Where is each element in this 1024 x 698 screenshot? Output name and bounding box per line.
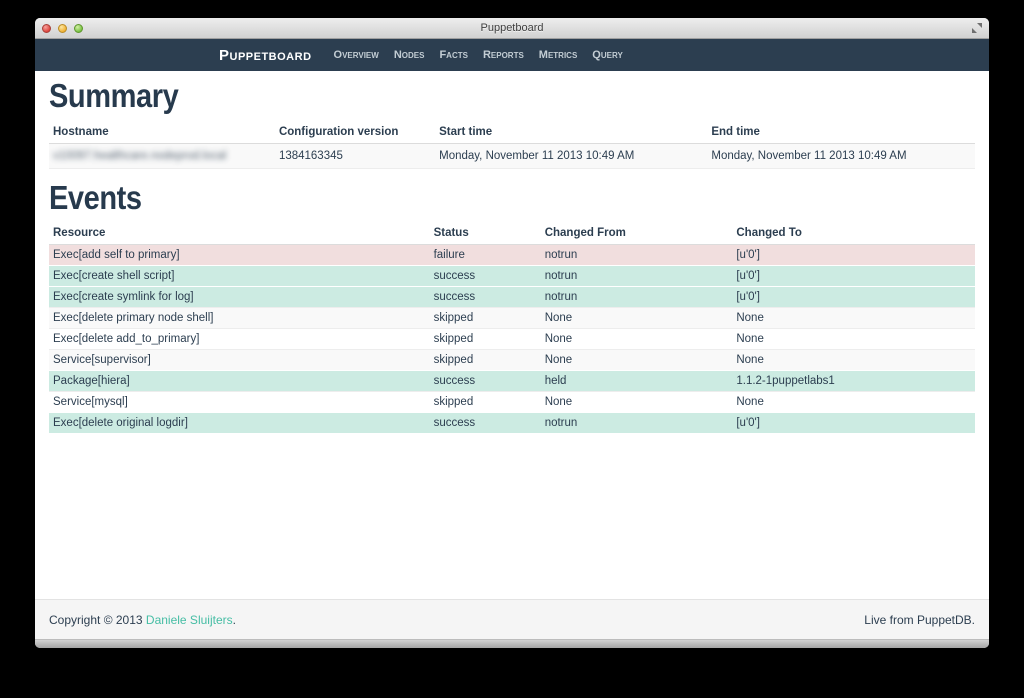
events-col-changed-to: Changed To [732,222,975,245]
navbar-brand[interactable]: Puppetboard [219,47,312,64]
summary-table: Hostname Configuration version Start tim… [49,121,975,169]
zoom-button[interactable] [74,24,83,33]
fullscreen-arrows-icon[interactable] [972,23,982,33]
summary-col-end-time: End time [707,121,975,144]
event-row: Exec[delete original logdir] success not… [49,413,975,434]
events-header-row: Resource Status Changed From Changed To [49,222,975,245]
minimize-button[interactable] [58,24,67,33]
config-version-value: 1384163345 [275,143,435,168]
summary-header-row: Hostname Configuration version Start tim… [49,121,975,144]
nav-item-reports[interactable]: Reports [483,49,524,61]
event-row: Exec[add self to primary] failure notrun… [49,245,975,266]
window-titlebar[interactable]: Puppetboard [35,18,989,39]
summary-col-start-time: Start time [435,121,707,144]
desktop-background: Puppetboard Puppetboard Overview Nodes F… [0,0,1024,698]
browser-window: Puppetboard Puppetboard Overview Nodes F… [35,18,989,648]
end-time-value: Monday, November 11 2013 10:49 AM [707,143,975,168]
nav-item-query[interactable]: Query [592,49,623,61]
event-row: Exec[create symlink for log] success not… [49,287,975,308]
start-time-value: Monday, November 11 2013 10:49 AM [435,143,707,168]
copyright-text: Copyright © 2013 Daniele Sluijters. [49,613,236,627]
close-button[interactable] [42,24,51,33]
events-table: Resource Status Changed From Changed To … [49,222,975,433]
event-row: Exec[create shell script] success notrun… [49,266,975,287]
events-col-changed-from: Changed From [541,222,733,245]
nav-item-overview[interactable]: Overview [334,49,379,61]
summary-col-hostname: Hostname [49,121,275,144]
traffic-lights [42,18,83,38]
page-footer: Copyright © 2013 Daniele Sluijters. Live… [35,599,989,639]
nav-item-metrics[interactable]: Metrics [539,49,578,61]
window-bottom-bar [35,639,989,648]
live-status-text: Live from PuppetDB. [864,613,975,627]
event-row: Package[hiera] success held 1.1.2-1puppe… [49,371,975,392]
hostname-redacted: v10097.healthcare.nodeprod.local [53,150,226,162]
event-row: Service[mysql] skipped None None [49,392,975,413]
events-col-resource: Resource [49,222,430,245]
event-row: Service[supervisor] skipped None None [49,350,975,371]
nav-item-facts[interactable]: Facts [439,49,468,61]
summary-col-config-version: Configuration version [275,121,435,144]
nav-item-nodes[interactable]: Nodes [394,49,425,61]
event-row: Exec[delete primary node shell] skipped … [49,308,975,329]
summary-row: v10097.healthcare.nodeprod.local 1384163… [49,143,975,168]
event-row: Exec[delete add_to_primary] skipped None… [49,329,975,350]
page-content: Summary Hostname Configuration version S… [35,71,989,599]
events-col-status: Status [430,222,541,245]
author-link[interactable]: Daniele Sluijters [146,613,233,627]
navbar: Puppetboard Overview Nodes Facts Reports… [35,39,989,71]
window-title: Puppetboard [35,22,989,34]
summary-heading: Summary [49,79,864,114]
events-heading: Events [49,181,864,216]
